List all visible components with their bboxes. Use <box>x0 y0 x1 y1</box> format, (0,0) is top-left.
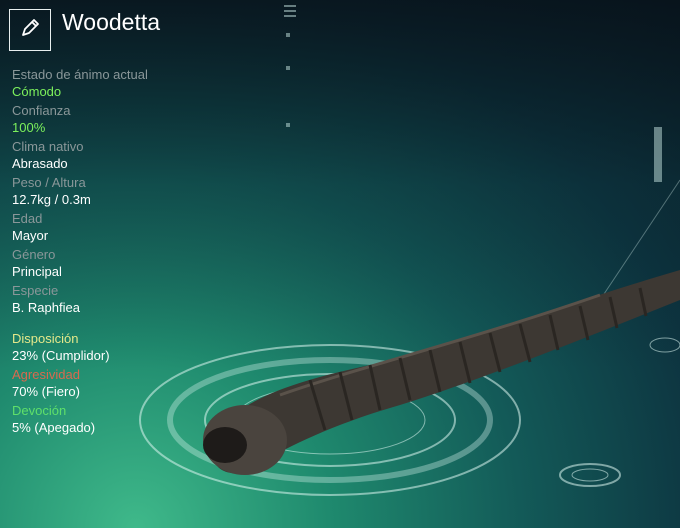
pencil-icon <box>19 17 41 44</box>
trait-label-devotion: Devoción <box>12 403 67 418</box>
stat-gender: Género Principal <box>12 246 148 281</box>
stat-label: Clima nativo <box>12 139 84 154</box>
stat-value: Principal <box>12 264 62 279</box>
stat-label: Especie <box>12 283 59 298</box>
stat-value: Cómodo <box>12 84 62 99</box>
stat-trust: Confianza 100% <box>12 102 148 137</box>
stat-species: Especie B. Raphfiea <box>12 282 148 317</box>
stat-climate: Clima nativo Abrasado <box>12 138 148 173</box>
stat-age: Edad Mayor <box>12 210 148 245</box>
stat-mood: Estado de ánimo actual Cómodo <box>12 66 148 101</box>
trait-label-disposition: Disposición <box>12 331 79 346</box>
stat-value: 100% <box>12 120 46 135</box>
stat-label: Confianza <box>12 103 71 118</box>
stat-value: Abrasado <box>12 156 68 171</box>
hud-markers <box>284 5 662 182</box>
stat-label: Peso / Altura <box>12 175 86 190</box>
trait-value-aggression: 70% (Fiero) <box>12 384 80 399</box>
stat-label: Edad <box>12 211 43 226</box>
stat-label: Género <box>12 247 56 262</box>
creature-name: Woodetta <box>62 9 161 35</box>
stat-value: 12.7kg / 0.3m <box>12 192 91 207</box>
trait-value-devotion: 5% (Apegado) <box>12 420 96 435</box>
traits-panel: Disposición 23% (Cumplidor) Agresividad … <box>12 330 110 438</box>
creature-model <box>203 270 680 475</box>
stat-value: Mayor <box>12 228 49 243</box>
stats-panel: Estado de ánimo actual Cómodo Confianza … <box>12 66 148 318</box>
stat-weight-height: Peso / Altura 12.7kg / 0.3m <box>12 174 148 209</box>
stat-value: B. Raphfiea <box>12 300 80 315</box>
trait-value-disposition: 23% (Cumplidor) <box>12 348 110 363</box>
edit-name-button[interactable] <box>9 9 51 51</box>
stat-label: Estado de ánimo actual <box>12 67 148 82</box>
trait-label-aggression: Agresividad <box>12 367 80 382</box>
